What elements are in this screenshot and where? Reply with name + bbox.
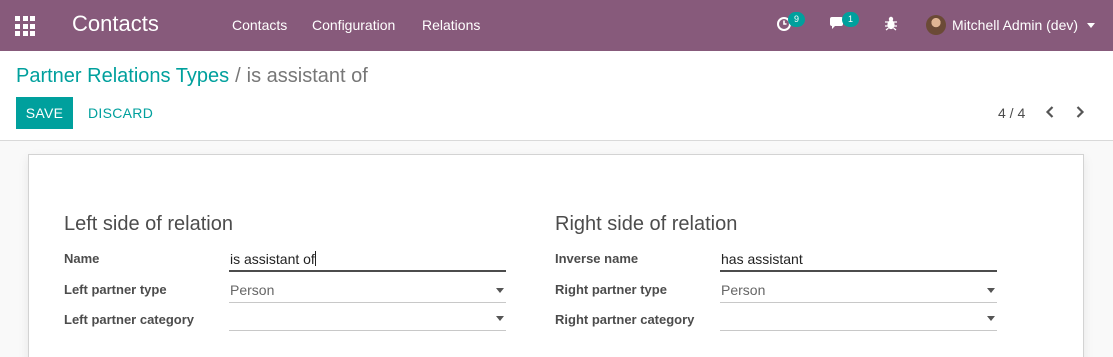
left-side-title: Left side of relation xyxy=(64,213,233,235)
breadcrumb-parent[interactable]: Partner Relations Types xyxy=(16,65,229,87)
menu-relations[interactable]: Relations xyxy=(422,17,480,33)
right-side-title: Right side of relation xyxy=(555,213,738,235)
top-navbar: Contacts Contacts Configuration Relation… xyxy=(0,0,1113,51)
chevron-down-icon xyxy=(1087,22,1096,28)
caret-down-icon xyxy=(987,316,995,321)
caret-down-icon xyxy=(496,316,504,321)
right-partner-type-value: Person xyxy=(721,282,766,298)
right-partner-category-select[interactable] xyxy=(720,307,997,331)
activity-count-badge: 9 xyxy=(788,12,805,27)
inverse-name-field[interactable]: has assistant xyxy=(720,248,997,272)
activity-button[interactable]: 9 xyxy=(776,12,805,32)
left-partner-type-value: Person xyxy=(230,282,275,298)
message-count-badge: 1 xyxy=(842,12,859,27)
right-partner-type-label: Right partner type xyxy=(555,282,667,297)
name-field[interactable]: is assistant of xyxy=(229,248,506,272)
right-partner-category-label: Right partner category xyxy=(555,312,695,327)
discard-button[interactable]: DISCARD xyxy=(79,97,162,129)
text-cursor xyxy=(314,251,316,266)
left-partner-category-select[interactable] xyxy=(229,307,506,331)
save-button[interactable]: SAVE xyxy=(16,97,73,129)
apps-grid-icon[interactable] xyxy=(15,16,35,36)
user-menu[interactable]: Mitchell Admin (dev) xyxy=(926,14,1096,36)
breadcrumb-current: is assistant of xyxy=(246,65,368,87)
user-name: Mitchell Admin (dev) xyxy=(952,17,1079,33)
left-partner-type-label: Left partner type xyxy=(64,282,167,297)
debug-button[interactable] xyxy=(883,14,899,32)
bug-icon xyxy=(885,16,897,31)
caret-down-icon xyxy=(987,288,995,293)
menu-configuration[interactable]: Configuration xyxy=(312,17,395,33)
inverse-name-value: has assistant xyxy=(721,251,803,267)
caret-down-icon xyxy=(496,288,504,293)
name-field-value: is assistant of xyxy=(230,251,315,267)
pager-value[interactable]: 4 / 4 xyxy=(998,105,1025,121)
messages-button[interactable]: 1 xyxy=(828,12,859,32)
breadcrumb-separator: / xyxy=(235,65,241,87)
app-brand[interactable]: Contacts xyxy=(72,11,159,37)
menu-contacts[interactable]: Contacts xyxy=(232,17,287,33)
left-name-label: Name xyxy=(64,251,100,266)
chevron-left-icon xyxy=(1045,106,1054,118)
pager-previous-button[interactable] xyxy=(1040,102,1060,122)
inverse-name-label: Inverse name xyxy=(555,251,639,266)
left-partner-category-label: Left partner category xyxy=(64,312,195,327)
left-partner-type-select[interactable]: Person xyxy=(229,279,506,303)
avatar xyxy=(926,15,946,35)
breadcrumb: Partner Relations Types / is assistant of xyxy=(16,65,368,88)
chevron-right-icon xyxy=(1076,106,1085,118)
pager-next-button[interactable] xyxy=(1070,102,1090,122)
right-partner-type-select[interactable]: Person xyxy=(720,279,997,303)
